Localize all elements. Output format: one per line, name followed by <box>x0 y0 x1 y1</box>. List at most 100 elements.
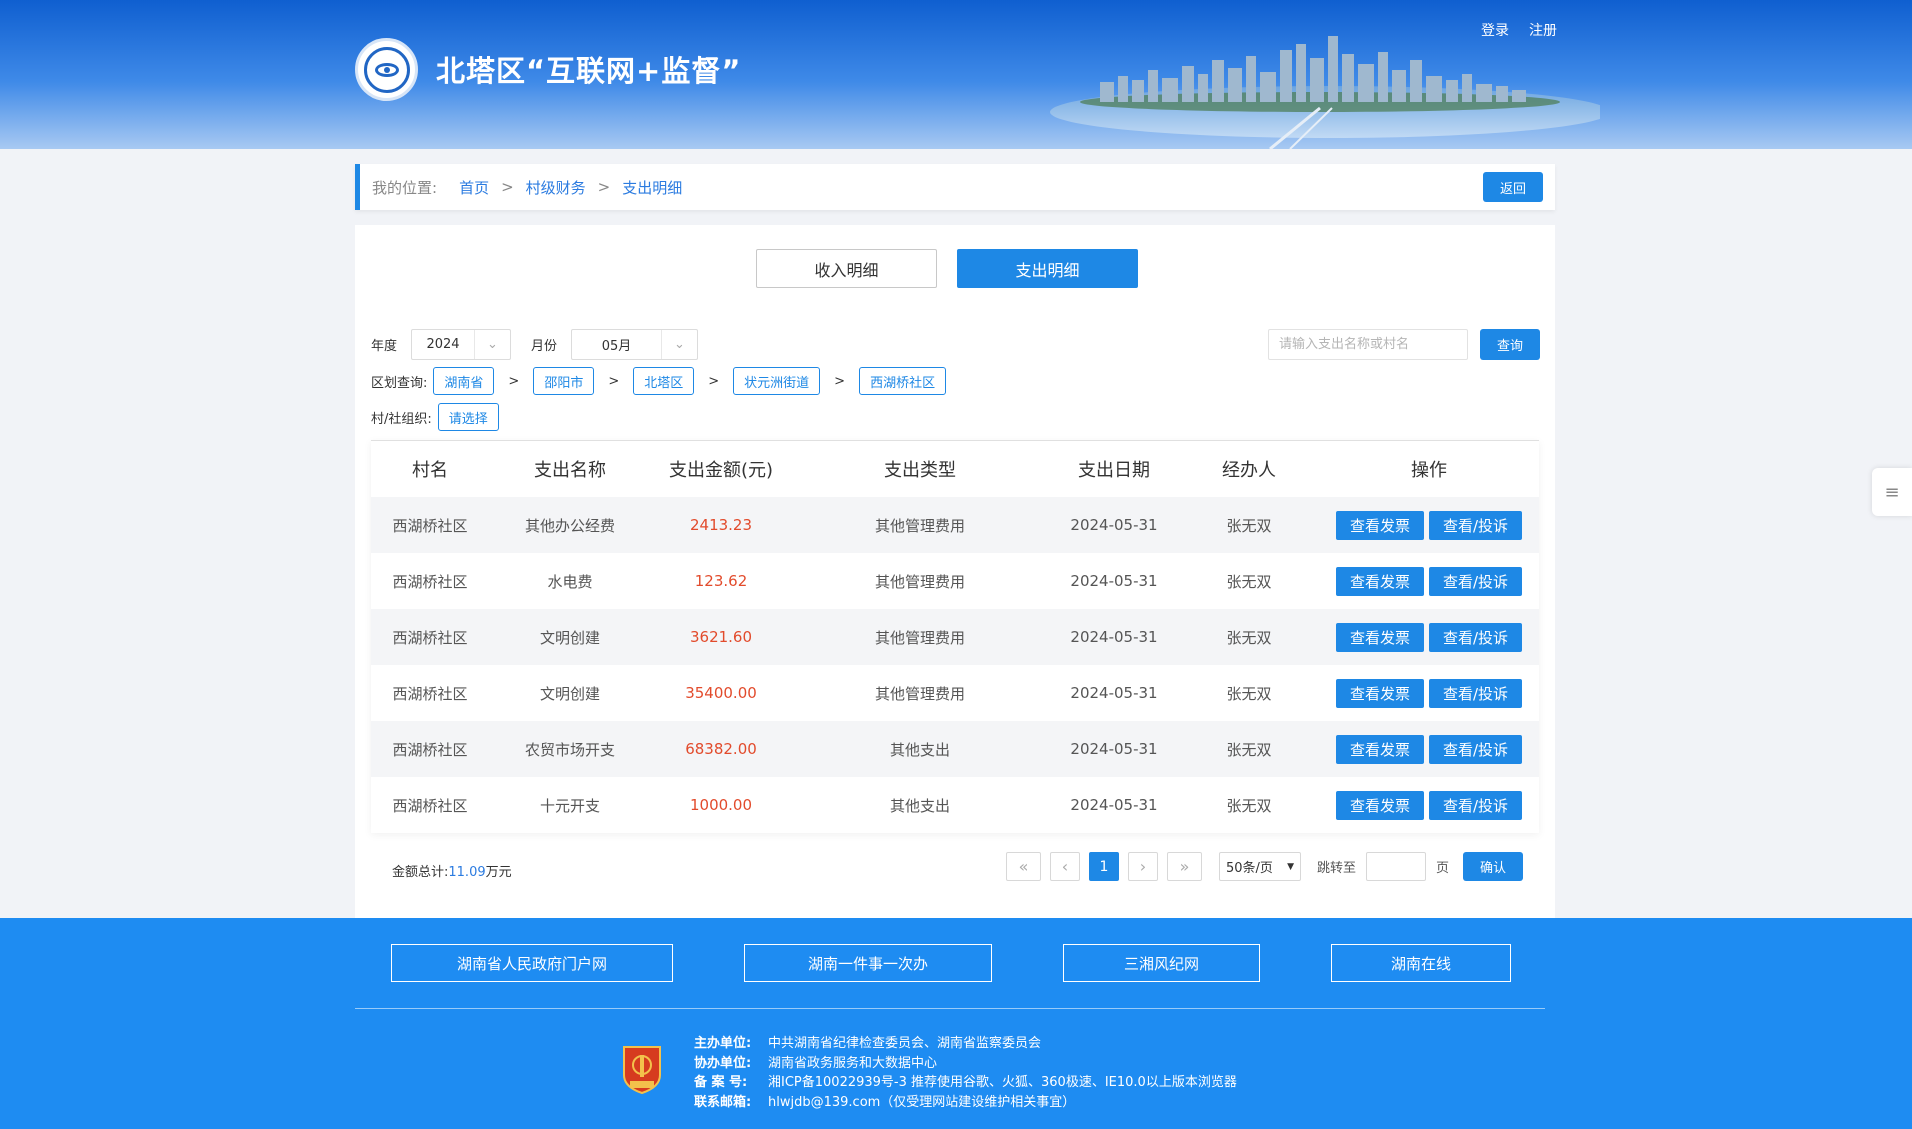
cell-amount: 35400.00 <box>685 684 757 702</box>
menu-list-icon: ≡ <box>1884 481 1900 503</box>
search-input[interactable] <box>1268 329 1468 360</box>
cell-date: 2024-05-31 <box>1070 516 1158 534</box>
cell-date: 2024-05-31 <box>1070 684 1158 702</box>
cell-handler: 张无双 <box>1226 628 1272 647</box>
view-invoice-button[interactable]: 查看发票 <box>1335 566 1424 596</box>
year-select[interactable]: 2024 ⌄ <box>411 329 511 360</box>
footer-email: hlwjdb@139.com（仅受理网站建设维护相关事宜） <box>768 1094 1076 1110</box>
first-page-icon[interactable]: « <box>1006 852 1041 881</box>
cell-date: 2024-05-31 <box>1070 572 1158 590</box>
breadcrumb-separator: > <box>597 178 611 196</box>
view-invoice-button[interactable]: 查看发票 <box>1335 734 1424 764</box>
org-label: 村/社组织: <box>371 411 432 427</box>
jump-page-input[interactable] <box>1366 852 1427 881</box>
cell-type: 其他管理费用 <box>874 516 965 535</box>
side-menu-toggle[interactable]: ≡ <box>1872 468 1912 516</box>
table-row: 西湖桥社区 农贸市场开支 68382.00 其他支出 2024-05-31 张无双 查看发票… <box>371 721 1539 777</box>
page-unit-label: 页 <box>1436 861 1450 876</box>
view-complaint-button[interactable]: 查看/投诉 <box>1428 790 1523 820</box>
register-link[interactable]: 注册 <box>1529 20 1557 40</box>
view-invoice-button[interactable]: 查看发票 <box>1335 510 1424 540</box>
view-invoice-button[interactable]: 查看发票 <box>1335 622 1424 652</box>
tab-income-detail[interactable]: 收入明细 <box>756 249 937 288</box>
next-page-icon[interactable]: › <box>1128 852 1158 881</box>
view-complaint-button[interactable]: 查看/投诉 <box>1428 566 1523 596</box>
page-size-select[interactable]: 50条/页 ▼ <box>1219 852 1301 881</box>
footer-divider <box>355 1008 1545 1009</box>
breadcrumb: 我的位置: 首页 > 村级财务 > 支出明细 返回 <box>355 164 1555 210</box>
breadcrumb-expense-detail[interactable]: 支出明细 <box>622 177 682 198</box>
amount-total: 金额总计:11.09万元 <box>392 865 512 880</box>
cell-actions: 查看发票 查看/投诉 <box>1319 734 1539 764</box>
view-complaint-button[interactable]: 查看/投诉 <box>1428 510 1523 540</box>
col-handler: 经办人 <box>1222 460 1276 481</box>
cell-expense-name: 文明创建 <box>539 684 600 703</box>
region-chip-district[interactable]: 北塔区 <box>633 367 695 395</box>
region-chip-community[interactable]: 西湖桥社区 <box>859 367 947 395</box>
col-expense-name: 支出名称 <box>534 460 606 481</box>
col-date: 支出日期 <box>1078 460 1150 481</box>
year-label: 年度 <box>371 339 398 354</box>
cell-amount: 123.62 <box>694 572 748 590</box>
col-type: 支出类型 <box>884 460 956 481</box>
view-complaint-button[interactable]: 查看/投诉 <box>1428 678 1523 708</box>
pagination: « ‹ 1 › » 50条/页 ▼ 跳转至 页 确认 <box>1006 852 1524 881</box>
breadcrumb-home[interactable]: 首页 <box>459 177 489 198</box>
city-skyline-image <box>1050 36 1600 149</box>
login-link[interactable]: 登录 <box>1481 20 1509 40</box>
cell-actions: 查看发票 查看/投诉 <box>1319 790 1539 820</box>
view-invoice-button[interactable]: 查看发票 <box>1335 790 1424 820</box>
region-chip-street[interactable]: 状元洲街道 <box>733 367 821 395</box>
view-complaint-button[interactable]: 查看/投诉 <box>1428 734 1523 764</box>
region-chip-city[interactable]: 邵阳市 <box>533 367 595 395</box>
cell-amount: 2413.23 <box>689 516 753 534</box>
jump-confirm-button[interactable]: 确认 <box>1463 852 1524 881</box>
table-header: 村名 支出名称 支出金额(元) 支出类型 支出日期 经办人 操作 <box>371 441 1539 497</box>
region-label: 区划查询: <box>371 375 428 391</box>
jump-label: 跳转至 <box>1317 861 1357 876</box>
expense-table: 村名 支出名称 支出金额(元) 支出类型 支出日期 经办人 操作 西湖桥社区其他… <box>371 440 1539 833</box>
eye-icon <box>374 62 399 77</box>
org-filter-row: 村/社组织: 请选择 <box>371 403 499 431</box>
table-row: 西湖桥社区 十元开支 1000.00 其他支出 2024-05-31 张无双 查看发票 查看/… <box>371 777 1539 833</box>
prev-page-icon[interactable]: ‹ <box>1050 852 1080 881</box>
site-footer: 湖南省人民政府门户网 湖南一件事一次办 三湘风纪网 湖南在线 主办单位: 中共湖南… <box>0 918 1912 1129</box>
breadcrumb-village-finance[interactable]: 村级财务 <box>526 177 586 198</box>
footer-info: 主办单位: 中共湖南省纪律检查委员会、湖南省监察委员会 协办单位: 湖南省政务服务和… <box>694 1034 1237 1112</box>
site-logo[interactable] <box>355 38 418 101</box>
breadcrumb-label: 我的位置: <box>372 178 438 197</box>
col-village: 村名 <box>412 460 448 481</box>
cell-expense-name: 文明创建 <box>539 628 600 647</box>
cell-handler: 张无双 <box>1226 572 1272 591</box>
page-number-current[interactable]: 1 <box>1089 852 1119 881</box>
org-select-chip[interactable]: 请选择 <box>437 403 499 431</box>
footer-link-gov-portal[interactable]: 湖南省人民政府门户网 <box>391 944 673 982</box>
month-select[interactable]: 05月 ⌄ <box>571 329 698 360</box>
table-body: 西湖桥社区 其他办公经费 2413.23 其他管理费用 2024-05-31 张无双 查看发… <box>371 497 1539 833</box>
cell-handler: 张无双 <box>1226 516 1272 535</box>
view-invoice-button[interactable]: 查看发票 <box>1335 678 1424 708</box>
cell-handler: 张无双 <box>1226 684 1272 703</box>
cell-amount: 1000.00 <box>689 796 753 814</box>
cell-type: 其他管理费用 <box>874 628 965 647</box>
last-page-icon[interactable]: » <box>1167 852 1202 881</box>
main-panel: 收入明细 支出明细 年度 2024 ⌄ 月份 05月 ⌄ 查询 区划查询: 湖南… <box>355 225 1555 918</box>
col-actions: 操作 <box>1411 460 1447 481</box>
gov-emblem-icon[interactable] <box>620 1043 664 1095</box>
back-button[interactable]: 返回 <box>1483 172 1543 202</box>
cell-actions: 查看发票 查看/投诉 <box>1319 566 1539 596</box>
cell-expense-name: 农贸市场开支 <box>524 740 615 759</box>
footer-link-one-thing[interactable]: 湖南一件事一次办 <box>744 944 992 982</box>
footer-link-hunan-online[interactable]: 湖南在线 <box>1331 944 1511 982</box>
cell-handler: 张无双 <box>1226 740 1272 759</box>
cell-village: 西湖桥社区 <box>392 796 468 815</box>
cell-expense-name: 其他办公经费 <box>524 516 615 535</box>
view-complaint-button[interactable]: 查看/投诉 <box>1428 622 1523 652</box>
table-row: 西湖桥社区 文明创建 35400.00 其他管理费用 2024-05-31 张无双 查看发票… <box>371 665 1539 721</box>
region-chip-province[interactable]: 湖南省 <box>433 367 495 395</box>
search-button[interactable]: 查询 <box>1480 329 1540 360</box>
table-row: 西湖桥社区 文明创建 3621.60 其他管理费用 2024-05-31 张无双 查看发票查… <box>371 609 1539 665</box>
cell-village: 西湖桥社区 <box>392 516 468 535</box>
tab-expense-detail[interactable]: 支出明细 <box>957 249 1138 288</box>
footer-link-sanxiang[interactable]: 三湘风纪网 <box>1063 944 1260 982</box>
